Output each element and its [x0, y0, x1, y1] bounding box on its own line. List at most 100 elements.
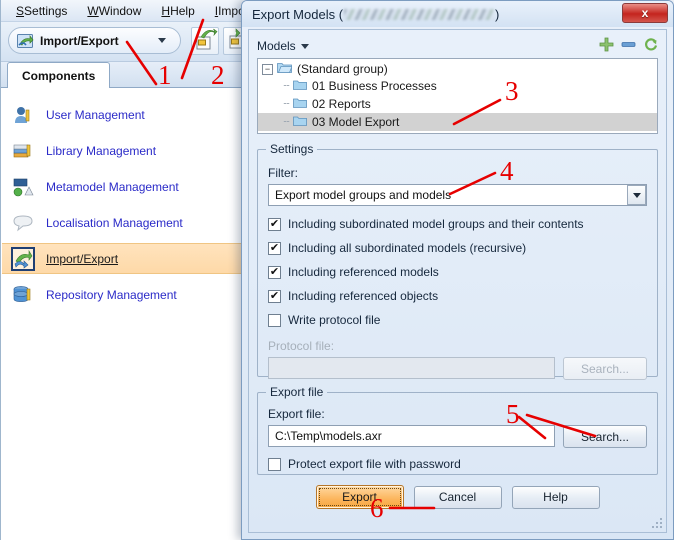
tree-node-model-export[interactable]: ╌ 03 Model Export	[258, 113, 657, 131]
close-icon[interactable]: x	[622, 3, 668, 23]
menu-label-settings: Settings	[24, 3, 68, 18]
help-button[interactable]: Help	[511, 485, 600, 509]
import-export-dropdown-button[interactable]: Import/Export	[8, 27, 181, 54]
import-export-icon	[11, 246, 35, 271]
remove-icon[interactable]	[621, 37, 636, 55]
menu-label-help: Help	[170, 3, 195, 18]
protocol-file-label: Protocol file:	[268, 339, 647, 353]
dialog-body: Models − (Standard group) ╌ 01 Business …	[248, 29, 667, 533]
checkbox-box[interactable]: ✔	[268, 241, 281, 255]
protocol-file-label-text: Protocol file:	[268, 339, 335, 353]
export-file-search-button[interactable]: Search...	[563, 425, 647, 448]
dialog-button-row: Export Cancel Help	[257, 484, 658, 510]
tree-node-business-processes[interactable]: ╌ 01 Business Processes	[258, 77, 657, 95]
checkbox-label: Including referenced objects	[288, 289, 439, 303]
cb-write-protocol[interactable]: Write protocol file	[268, 313, 647, 327]
folder-icon	[293, 79, 307, 94]
list-item-label: Metamodel Management	[46, 179, 179, 194]
filter-label: Filter:	[268, 166, 647, 180]
export-file-group: Export file Export file: C:\Temp\models.…	[257, 385, 658, 475]
books-icon	[12, 140, 34, 162]
checkbox-box[interactable]	[268, 457, 281, 471]
refresh-icon[interactable]	[643, 37, 658, 55]
list-item-import-export[interactable]: Import/Export	[2, 243, 246, 274]
user-icon	[12, 104, 34, 126]
tab-components[interactable]: Components	[7, 62, 111, 88]
checkbox-label: Including referenced models	[288, 265, 439, 279]
tree-node-label: 03 Model Export	[312, 115, 400, 129]
list-item-label: User Management	[46, 107, 145, 122]
cb-subordinated-groups[interactable]: ✔ Including subordinated model groups an…	[268, 217, 647, 231]
cb-referenced-models[interactable]: ✔ Including referenced models	[268, 265, 647, 279]
filter-combobox[interactable]: Export model groups and models	[268, 184, 647, 206]
dialog-title-bar[interactable]: Export Models () x	[242, 1, 673, 27]
dialog-title: Export Models ()	[252, 7, 499, 22]
cancel-button[interactable]: Cancel	[413, 485, 502, 509]
help-button-label: Help	[543, 490, 568, 504]
export-file-group-legend: Export file	[270, 385, 324, 399]
checkbox-label: Protect export file with password	[288, 457, 461, 471]
tree-node-label: 01 Business Processes	[312, 79, 437, 93]
dialog-title-suffix: )	[495, 6, 500, 22]
filter-value: Export model groups and models	[275, 188, 452, 202]
list-item-label: Localisation Management	[46, 215, 183, 230]
protocol-search-button: Search...	[563, 357, 647, 380]
settings-group-legend: Settings	[270, 142, 314, 156]
collapse-toggle-icon[interactable]: −	[262, 63, 273, 75]
models-header-label: Models	[257, 39, 296, 53]
tab-components-label: Components	[22, 68, 96, 83]
tree-node-standard-group[interactable]: − (Standard group)	[258, 59, 657, 77]
speech-bubble-icon	[12, 212, 34, 234]
cancel-button-label: Cancel	[438, 490, 477, 504]
tree-node-label: 02 Reports	[312, 97, 371, 111]
checkbox-box[interactable]: ✔	[268, 289, 281, 303]
list-item-label: Import/Export	[46, 251, 119, 266]
export-file-input[interactable]: C:\Temp\models.axr	[268, 425, 555, 447]
import-export-icon	[17, 33, 34, 49]
close-label: x	[641, 6, 649, 20]
resize-grip[interactable]	[651, 517, 663, 529]
menu-item-window[interactable]: WWindow	[78, 1, 150, 21]
folder-open-icon	[277, 61, 293, 77]
cb-referenced-objects[interactable]: ✔ Including referenced objects	[268, 289, 647, 303]
cb-subordinated-models[interactable]: ✔ Including all subordinated models (rec…	[268, 241, 647, 255]
export-button-label: Export	[342, 490, 377, 504]
menu-item-settings[interactable]: SSettings	[7, 1, 76, 21]
export-models-dialog: Export Models () x Models − (Standard gr…	[241, 0, 674, 540]
checkbox-label: Write protocol file	[288, 313, 381, 327]
list-item-label: Repository Management	[46, 287, 177, 302]
dialog-title-redacted-text	[344, 8, 495, 20]
metamodel-icon	[12, 176, 34, 198]
menu-item-help[interactable]: HHelp	[152, 1, 203, 21]
export-file-label: Export file:	[268, 407, 647, 421]
models-header: Models	[257, 36, 658, 56]
checkbox-label: Including subordinated model groups and …	[288, 217, 584, 231]
export-file-value: C:\Temp\models.axr	[275, 429, 382, 443]
protocol-search-label: Search...	[580, 361, 630, 376]
folder-icon	[293, 97, 307, 112]
export-button[interactable]: Export	[315, 485, 404, 509]
add-icon[interactable]	[599, 37, 614, 55]
list-item-label: Library Management	[46, 143, 157, 158]
dialog-title-prefix: Export Models (	[252, 6, 344, 22]
import-button[interactable]	[191, 27, 219, 55]
import-export-dropdown-label: Import/Export	[40, 33, 119, 48]
tree-node-label: (Standard group)	[297, 62, 388, 76]
checkbox-box[interactable]	[268, 313, 281, 327]
tree-node-reports[interactable]: ╌ 02 Reports	[258, 95, 657, 113]
menu-label-window: Window	[98, 3, 142, 18]
protocol-file-input	[268, 357, 555, 379]
checkbox-box[interactable]: ✔	[268, 217, 281, 231]
export-file-search-label: Search...	[580, 429, 630, 444]
models-tree[interactable]: − (Standard group) ╌ 01 Business Process…	[257, 58, 658, 134]
chevron-down-icon	[158, 38, 166, 43]
checkbox-box[interactable]: ✔	[268, 265, 281, 279]
chevron-down-icon[interactable]	[627, 185, 646, 205]
database-icon	[12, 284, 34, 306]
checkbox-label: Including all subordinated models (recur…	[288, 241, 527, 255]
filter-label-text: Filter:	[268, 166, 298, 180]
export-file-label-text: Export file:	[268, 407, 325, 421]
settings-group: Settings Filter: Export model groups and…	[257, 142, 658, 380]
chevron-down-icon[interactable]	[300, 43, 309, 49]
cb-protect-password[interactable]: Protect export file with password	[268, 457, 647, 471]
